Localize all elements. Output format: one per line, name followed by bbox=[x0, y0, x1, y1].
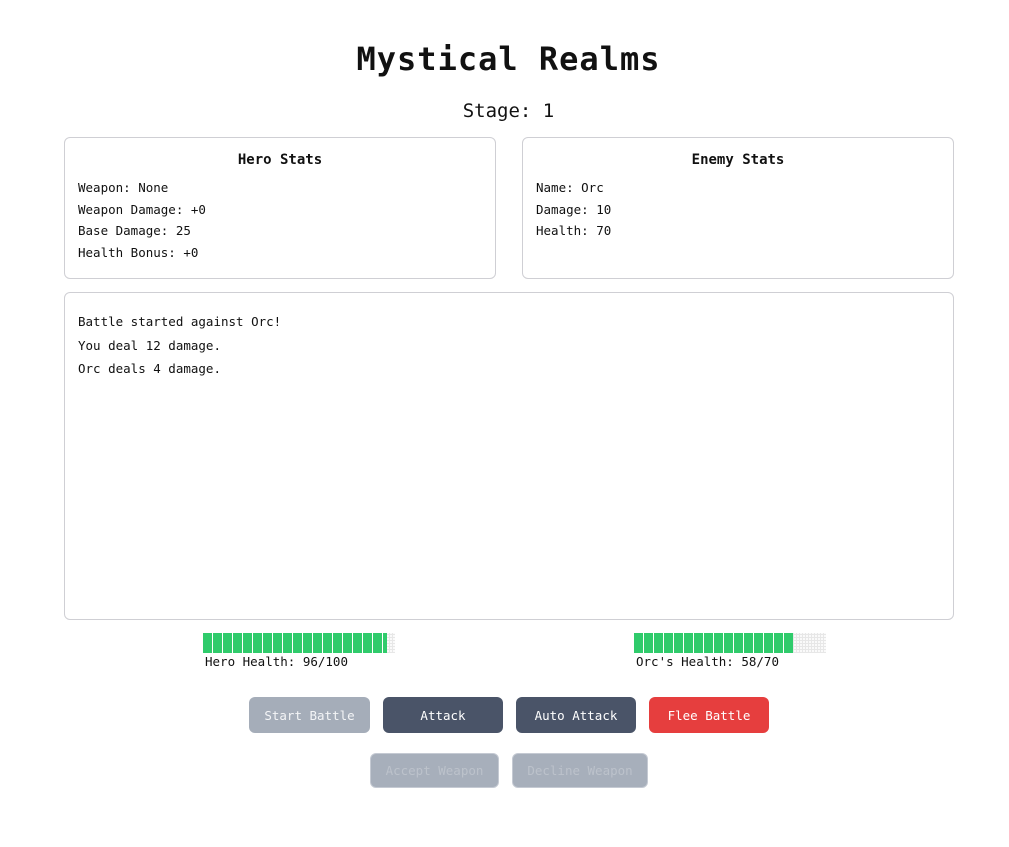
flee-battle-button[interactable]: Flee Battle bbox=[649, 697, 769, 733]
hero-health-bar bbox=[203, 633, 395, 653]
enemy-health-stat: Health: 70 bbox=[536, 223, 612, 238]
enemy-health-label: Orc's Health: 58/70 bbox=[636, 654, 779, 669]
stage-indicator: Stage: 1 bbox=[462, 100, 555, 122]
hero-weapon-damage-stat: Weapon Damage: +0 bbox=[78, 201, 206, 217]
log-entry: You deal 12 damage. bbox=[78, 337, 221, 353]
game-title: Mystical Realms bbox=[356, 40, 661, 78]
enemy-health-fill bbox=[634, 633, 794, 653]
accept-weapon-button[interactable]: Accept Weapon bbox=[370, 753, 499, 788]
hero-stats-panel: Hero Stats Weapon: None Weapon Damage: +… bbox=[64, 137, 496, 279]
hero-base-damage-stat: Base Damage: 25 bbox=[78, 223, 191, 238]
battle-log: Battle started against Orc! You deal 12 … bbox=[64, 292, 954, 620]
hero-health-fill bbox=[203, 633, 388, 653]
start-battle-button[interactable]: Start Battle bbox=[249, 697, 370, 733]
decline-weapon-button[interactable]: Decline Weapon bbox=[512, 753, 648, 788]
log-entry: Orc deals 4 damage. bbox=[78, 361, 221, 376]
enemy-stats-panel: Enemy Stats Name: Orc Damage: 10 Health:… bbox=[522, 137, 954, 279]
log-entry: Battle started against Orc! bbox=[78, 314, 282, 329]
hero-health-label: Hero Health: 96/100 bbox=[205, 654, 348, 669]
enemy-health-bar bbox=[634, 633, 826, 653]
hero-health-block: Hero Health: 96/100 bbox=[203, 633, 395, 669]
hero-health-bonus-stat: Health Bonus: +0 bbox=[78, 244, 199, 260]
enemy-name-stat: Name: Orc bbox=[536, 180, 604, 195]
enemy-damage-stat: Damage: 10 bbox=[536, 201, 612, 217]
auto-attack-button[interactable]: Auto Attack bbox=[516, 697, 636, 733]
attack-button[interactable]: Attack bbox=[383, 697, 503, 733]
enemy-health-block: Orc's Health: 58/70 bbox=[634, 633, 826, 669]
hero-stats-title: Hero Stats bbox=[237, 152, 323, 168]
hero-weapon-stat: Weapon: None bbox=[78, 180, 169, 195]
enemy-stats-title: Enemy Stats bbox=[691, 152, 785, 168]
